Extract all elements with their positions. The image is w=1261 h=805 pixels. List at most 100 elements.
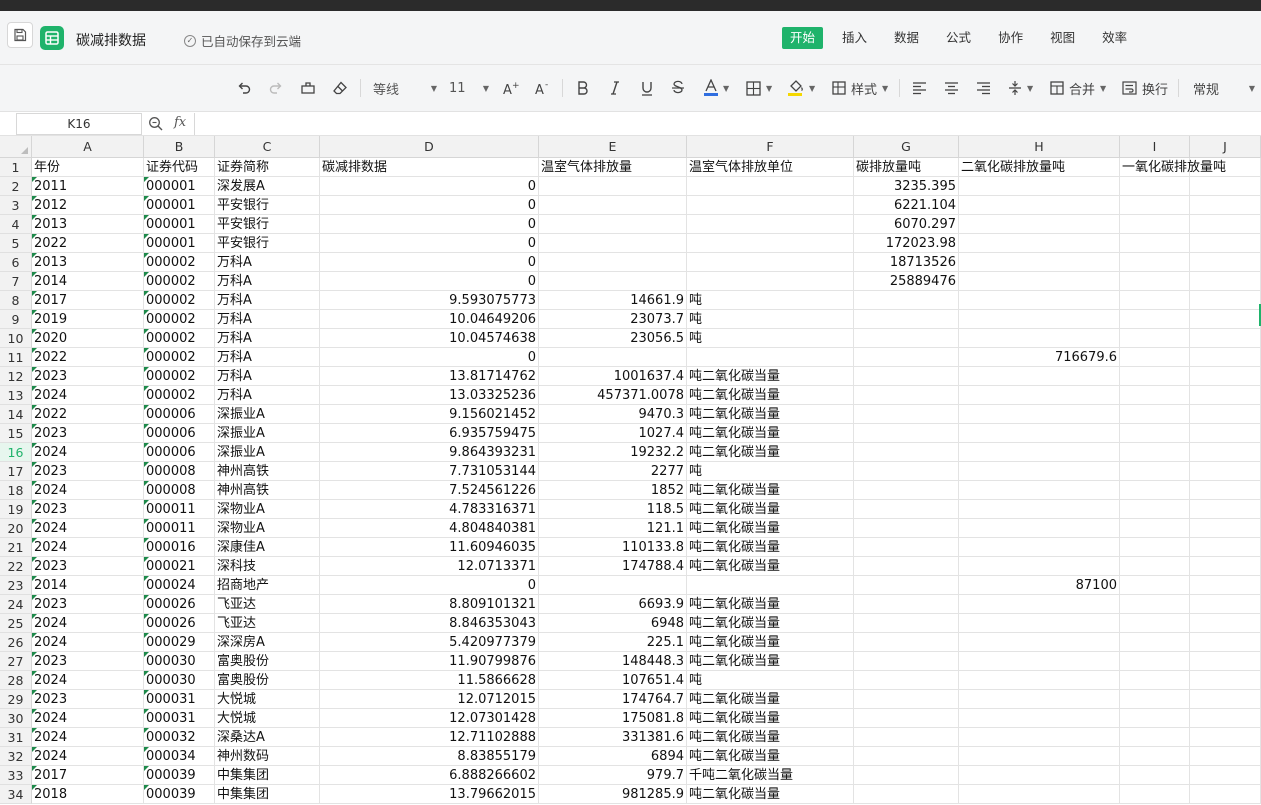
- table-cell[interactable]: 吨: [687, 329, 854, 348]
- table-cell[interactable]: 吨二氧化碳当量: [687, 709, 854, 728]
- table-cell[interactable]: [539, 272, 687, 291]
- table-cell[interactable]: [687, 272, 854, 291]
- table-cell[interactable]: 吨二氧化碳当量: [687, 747, 854, 766]
- table-cell[interactable]: [959, 519, 1120, 538]
- table-cell[interactable]: [539, 253, 687, 272]
- table-cell[interactable]: 000026: [144, 614, 215, 633]
- table-cell[interactable]: 大悦城: [215, 709, 320, 728]
- italic-button[interactable]: [610, 77, 620, 99]
- table-cell[interactable]: [854, 329, 959, 348]
- table-cell[interactable]: 457371.0078: [539, 386, 687, 405]
- table-cell[interactable]: [959, 614, 1120, 633]
- table-cell[interactable]: 吨二氧化碳当量: [687, 633, 854, 652]
- table-cell[interactable]: 万科A: [215, 348, 320, 367]
- table-cell[interactable]: [959, 234, 1120, 253]
- table-cell[interactable]: 121.1: [539, 519, 687, 538]
- table-cell[interactable]: 000011: [144, 519, 215, 538]
- header-cell[interactable]: [1190, 158, 1261, 177]
- table-cell[interactable]: 1852: [539, 481, 687, 500]
- row-header[interactable]: 10: [0, 329, 32, 348]
- table-cell[interactable]: [687, 234, 854, 253]
- table-cell[interactable]: [539, 234, 687, 253]
- row-header[interactable]: 22: [0, 557, 32, 576]
- header-cell[interactable]: 证券代码: [144, 158, 215, 177]
- table-cell[interactable]: 万科A: [215, 386, 320, 405]
- table-cell[interactable]: 大悦城: [215, 690, 320, 709]
- wrap-text-button[interactable]: 换行: [1122, 77, 1168, 99]
- table-cell[interactable]: 2017: [32, 766, 144, 785]
- table-cell[interactable]: 000002: [144, 348, 215, 367]
- table-cell[interactable]: [1120, 785, 1190, 804]
- row-header[interactable]: 2: [0, 177, 32, 196]
- row-header[interactable]: 7: [0, 272, 32, 291]
- table-cell[interactable]: 000001: [144, 196, 215, 215]
- table-cell[interactable]: 千吨二氧化碳当量: [687, 766, 854, 785]
- table-cell[interactable]: [1120, 329, 1190, 348]
- table-cell[interactable]: 2011: [32, 177, 144, 196]
- table-cell[interactable]: 吨: [687, 310, 854, 329]
- table-cell[interactable]: [1120, 652, 1190, 671]
- table-cell[interactable]: [1190, 196, 1261, 215]
- row-header[interactable]: 33: [0, 766, 32, 785]
- table-cell[interactable]: [959, 424, 1120, 443]
- table-cell[interactable]: 2022: [32, 348, 144, 367]
- table-cell[interactable]: 2013: [32, 253, 144, 272]
- table-cell[interactable]: 深振业A: [215, 405, 320, 424]
- table-cell[interactable]: 000032: [144, 728, 215, 747]
- table-cell[interactable]: 9470.3: [539, 405, 687, 424]
- table-cell[interactable]: [854, 462, 959, 481]
- table-cell[interactable]: 深康佳A: [215, 538, 320, 557]
- table-cell[interactable]: [1190, 272, 1261, 291]
- table-cell[interactable]: [1120, 405, 1190, 424]
- table-cell[interactable]: [959, 538, 1120, 557]
- table-cell[interactable]: [959, 291, 1120, 310]
- save-button[interactable]: [7, 22, 33, 48]
- table-cell[interactable]: 0: [320, 196, 539, 215]
- table-cell[interactable]: 0: [320, 272, 539, 291]
- table-cell[interactable]: 吨二氧化碳当量: [687, 367, 854, 386]
- row-header[interactable]: 27: [0, 652, 32, 671]
- table-cell[interactable]: 2023: [32, 462, 144, 481]
- table-cell[interactable]: [1190, 310, 1261, 329]
- table-cell[interactable]: 0: [320, 234, 539, 253]
- table-cell[interactable]: 吨二氧化碳当量: [687, 405, 854, 424]
- table-cell[interactable]: 000008: [144, 481, 215, 500]
- table-cell[interactable]: 2024: [32, 671, 144, 690]
- document-title[interactable]: 碳减排数据: [76, 30, 146, 50]
- row-header[interactable]: 29: [0, 690, 32, 709]
- table-cell[interactable]: 深物业A: [215, 500, 320, 519]
- align-center-button[interactable]: [944, 77, 959, 99]
- strikethrough-button[interactable]: [672, 77, 684, 99]
- table-cell[interactable]: [1120, 386, 1190, 405]
- table-cell[interactable]: 000016: [144, 538, 215, 557]
- header-cell[interactable]: 碳排放量吨: [854, 158, 959, 177]
- table-cell[interactable]: [1120, 557, 1190, 576]
- table-cell[interactable]: [959, 690, 1120, 709]
- table-cell[interactable]: [959, 728, 1120, 747]
- table-cell[interactable]: [1120, 253, 1190, 272]
- table-cell[interactable]: 8.846353043: [320, 614, 539, 633]
- table-cell[interactable]: 000026: [144, 595, 215, 614]
- table-cell[interactable]: [1190, 671, 1261, 690]
- select-all-corner[interactable]: [0, 136, 32, 158]
- table-cell[interactable]: [1120, 595, 1190, 614]
- row-header[interactable]: 11: [0, 348, 32, 367]
- table-cell[interactable]: 深发展A: [215, 177, 320, 196]
- table-cell[interactable]: [959, 215, 1120, 234]
- table-cell[interactable]: 000024: [144, 576, 215, 595]
- table-cell[interactable]: [1120, 481, 1190, 500]
- table-cell[interactable]: [959, 310, 1120, 329]
- table-cell[interactable]: 000011: [144, 500, 215, 519]
- table-cell[interactable]: 148448.3: [539, 652, 687, 671]
- table-cell[interactable]: 1027.4: [539, 424, 687, 443]
- table-cell[interactable]: 000039: [144, 766, 215, 785]
- table-cell[interactable]: [1120, 747, 1190, 766]
- table-cell[interactable]: 12.0712015: [320, 690, 539, 709]
- row-header[interactable]: 16: [0, 443, 32, 462]
- table-cell[interactable]: 吨二氧化碳当量: [687, 424, 854, 443]
- table-cell[interactable]: 2024: [32, 443, 144, 462]
- table-cell[interactable]: [1190, 443, 1261, 462]
- table-cell[interactable]: 2024: [32, 538, 144, 557]
- table-cell[interactable]: 吨二氧化碳当量: [687, 538, 854, 557]
- table-cell[interactable]: 万科A: [215, 310, 320, 329]
